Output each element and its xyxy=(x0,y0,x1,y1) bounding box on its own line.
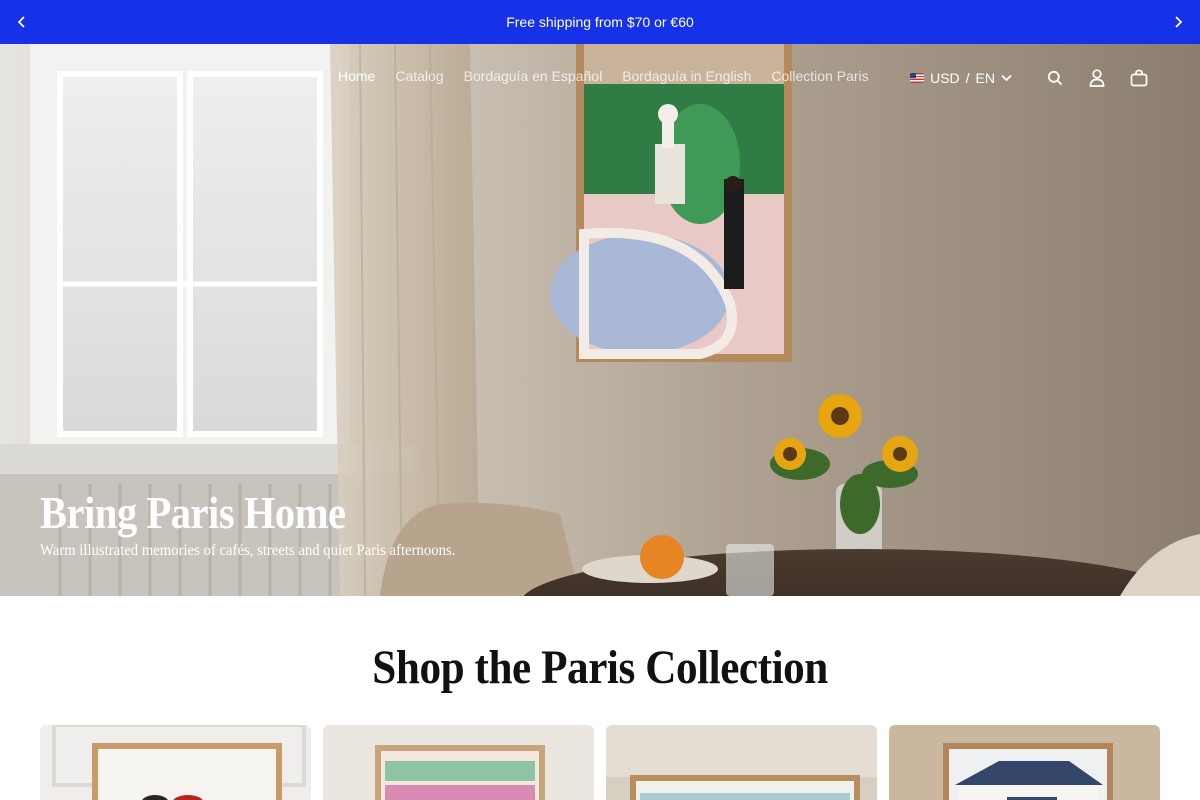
collection-title-text: Shop the Paris Collection xyxy=(372,641,828,694)
announcement-next-button[interactable] xyxy=(1156,0,1200,44)
cart-button[interactable] xyxy=(1118,64,1160,92)
announcement-prev-button[interactable] xyxy=(0,0,44,44)
chevron-down-icon xyxy=(1001,74,1012,82)
hero-subtitle: Warm illustrated memories of cafés, stre… xyxy=(40,542,456,559)
product-image xyxy=(323,725,594,800)
nav-link-bordaguia-english[interactable]: Bordaguía in English xyxy=(622,68,751,84)
product-image xyxy=(40,725,311,800)
nav-link-catalog[interactable]: Catalog xyxy=(395,68,443,84)
language-label: EN xyxy=(975,70,995,86)
product-card[interactable] xyxy=(889,725,1160,800)
cart-icon xyxy=(1130,69,1148,87)
us-flag-icon xyxy=(910,73,925,83)
search-button[interactable] xyxy=(1034,64,1076,92)
product-card[interactable] xyxy=(40,725,311,800)
locale-separator: / xyxy=(965,70,970,86)
nav-link-home[interactable]: Home xyxy=(338,68,375,84)
search-icon xyxy=(1047,70,1063,86)
currency-label: USD xyxy=(930,70,960,86)
chevron-right-icon xyxy=(1175,16,1183,28)
product-image xyxy=(889,725,1160,800)
main-nav: Home Catalog Bordaguía en Español Bordag… xyxy=(338,68,869,84)
site-header: Home Catalog Bordaguía en Español Bordag… xyxy=(0,44,1200,112)
hero-title: Bring Paris Home xyxy=(40,487,346,538)
product-card[interactable] xyxy=(606,725,877,800)
chevron-left-icon xyxy=(17,16,25,28)
nav-link-bordaguia-espanol[interactable]: Bordaguía en Español xyxy=(464,68,603,84)
announcement-bar: Free shipping from $70 or €60 xyxy=(0,0,1200,44)
announcement-text: Free shipping from $70 or €60 xyxy=(506,14,694,30)
header-tools: USD / EN xyxy=(910,64,1160,92)
collection-title: Shop the Paris Collection xyxy=(0,640,1200,695)
account-icon xyxy=(1089,69,1105,87)
product-card[interactable] xyxy=(323,725,594,800)
locale-selector[interactable]: USD / EN xyxy=(910,70,1012,86)
nav-link-collection-paris[interactable]: Collection Paris xyxy=(771,68,868,84)
product-grid xyxy=(40,725,1160,800)
product-image xyxy=(606,725,877,800)
account-button[interactable] xyxy=(1076,64,1118,92)
